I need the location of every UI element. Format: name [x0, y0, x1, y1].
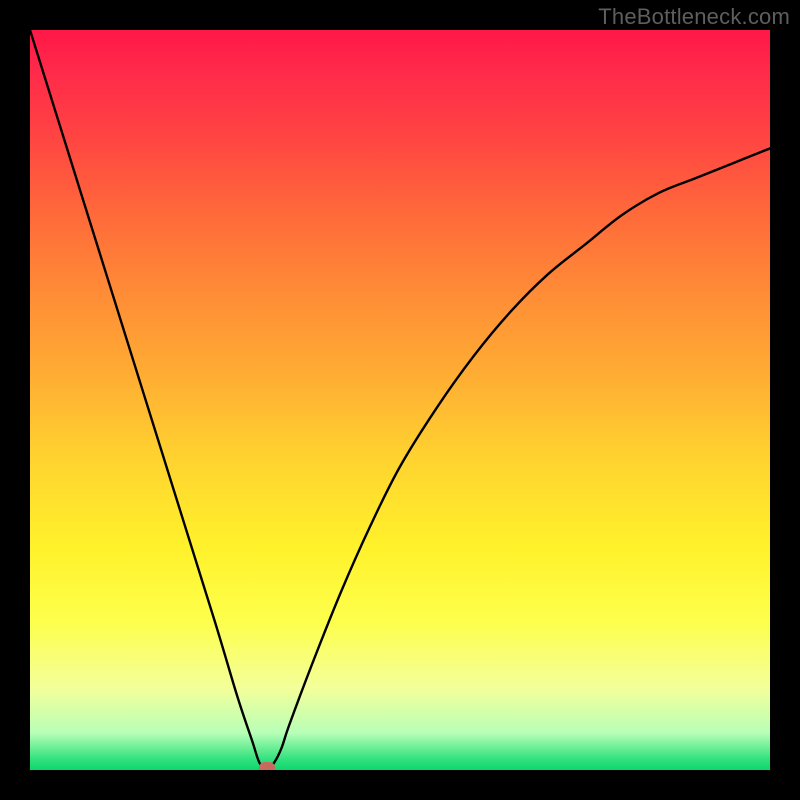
chart-frame: TheBottleneck.com: [0, 0, 800, 800]
minimum-marker: [259, 762, 275, 770]
curve-svg: [30, 30, 770, 770]
watermark-text: TheBottleneck.com: [598, 4, 790, 30]
bottleneck-curve: [30, 30, 770, 770]
plot-area: [30, 30, 770, 770]
